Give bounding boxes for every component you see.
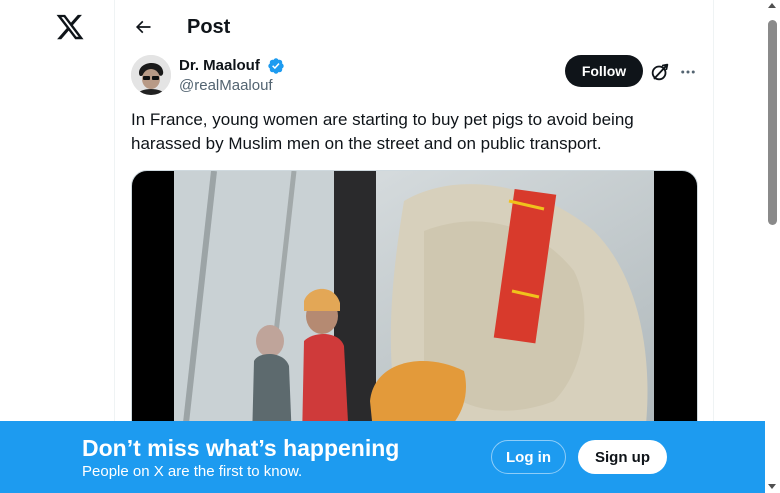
author-handle[interactable]: @realMaalouf — [179, 76, 273, 96]
post-author-row: Dr. Maalouf @realMaalouf Follow — [131, 54, 699, 98]
banner-title: Don’t miss what’s happening — [82, 435, 400, 461]
more-horizontal-icon — [681, 70, 695, 74]
left-nav-rail — [0, 0, 114, 493]
avatar[interactable] — [131, 55, 171, 95]
more-options-button[interactable] — [677, 61, 699, 83]
video-still-image — [174, 171, 654, 439]
video-frame[interactable] — [174, 171, 654, 439]
post-text: In France, young women are starting to b… — [131, 110, 634, 153]
signup-banner: Don’t miss what’s happening People on X … — [0, 421, 765, 493]
banner-subtitle: People on X are the first to know. — [82, 463, 303, 480]
follow-button[interactable]: Follow — [565, 55, 643, 87]
post-video[interactable] — [131, 170, 698, 440]
avatar-image — [131, 55, 171, 95]
back-button[interactable] — [129, 13, 157, 41]
scroll-down-arrow-icon[interactable] — [768, 484, 776, 489]
main-column: Post Dr. Maalouf @realMaalouf Follow In … — [114, 0, 714, 493]
page-header: Post — [115, 0, 714, 53]
sign-up-button[interactable]: Sign up — [578, 440, 667, 474]
author-name[interactable]: Dr. Maalouf — [179, 56, 260, 76]
vertical-scrollbar[interactable] — [765, 0, 780, 493]
scrollbar-thumb[interactable] — [768, 20, 777, 225]
x-logo-icon[interactable] — [55, 12, 85, 42]
scroll-up-arrow-icon[interactable] — [768, 3, 776, 8]
page-title: Post — [187, 16, 231, 38]
grok-icon[interactable] — [649, 61, 671, 83]
verified-badge-icon — [268, 58, 284, 74]
arrow-left-icon — [135, 20, 151, 34]
log-in-button[interactable]: Log in — [491, 440, 566, 474]
